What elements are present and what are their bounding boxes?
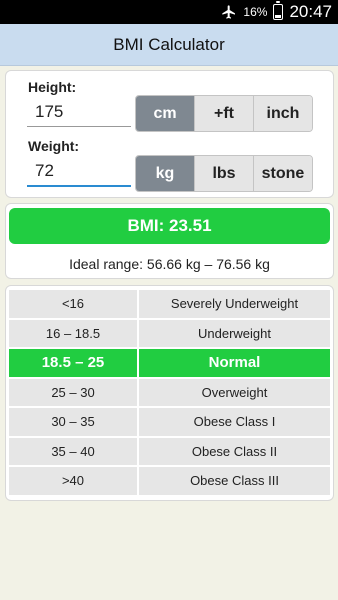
- range-cell: 18.5 – 25: [9, 349, 137, 377]
- unit-lbs-button[interactable]: lbs: [194, 156, 253, 191]
- range-cell: 25 – 30: [9, 378, 137, 406]
- battery-icon: [273, 1, 284, 20]
- status-bar: 16% 20:47: [0, 0, 338, 24]
- category-cell: Underweight: [139, 319, 330, 347]
- unit-inch-button[interactable]: inch: [253, 96, 312, 131]
- category-cell: Obese Class II: [139, 437, 330, 465]
- range-cell: 35 – 40: [9, 437, 137, 465]
- height-unit-selector: cm +ft inch: [135, 95, 313, 132]
- unit-stone-button[interactable]: stone: [253, 156, 312, 191]
- table-row: 35 – 40 Obese Class II: [9, 437, 330, 465]
- category-cell: Normal: [139, 349, 330, 377]
- bmi-result-bar: BMI: 23.51: [9, 208, 330, 244]
- app-title: BMI Calculator: [113, 34, 225, 54]
- weight-label: Weight:: [28, 138, 80, 154]
- category-cell: Overweight: [139, 378, 330, 406]
- table-row: <16 Severely Underweight: [9, 290, 330, 318]
- table-row: 30 – 35 Obese Class I: [9, 408, 330, 436]
- category-cell: Obese Class I: [139, 408, 330, 436]
- range-cell: 30 – 35: [9, 408, 137, 436]
- table-row: 25 – 30 Overweight: [9, 378, 330, 406]
- range-cell: >40: [9, 467, 137, 495]
- category-cell: Severely Underweight: [139, 290, 330, 318]
- battery-percent: 16%: [243, 5, 268, 19]
- unit-kg-button[interactable]: kg: [136, 156, 194, 191]
- category-cell: Obese Class III: [139, 467, 330, 495]
- height-input[interactable]: [27, 97, 131, 127]
- range-cell: <16: [9, 290, 137, 318]
- ideal-range-text: Ideal range: 56.66 kg – 76.56 kg: [69, 256, 270, 272]
- unit-cm-button[interactable]: cm: [136, 96, 194, 131]
- bmi-value: BMI: 23.51: [127, 216, 212, 235]
- table-row: >40 Obese Class III: [9, 467, 330, 495]
- table-row: 18.5 – 25 Normal: [9, 349, 330, 377]
- unit-ft-button[interactable]: +ft: [194, 96, 253, 131]
- input-card: Height: cm +ft inch Weight: kg lbs stone: [5, 70, 334, 198]
- bmi-category-table: <16 Severely Underweight 16 – 18.5 Under…: [5, 285, 334, 501]
- range-cell: 16 – 18.5: [9, 319, 137, 347]
- weight-unit-selector: kg lbs stone: [135, 155, 313, 192]
- height-label: Height:: [28, 79, 77, 95]
- clock: 20:47: [289, 2, 332, 21]
- airplane-mode-icon: [222, 5, 236, 19]
- weight-input[interactable]: [27, 157, 131, 187]
- table-row: 16 – 18.5 Underweight: [9, 319, 330, 347]
- app-bar: BMI Calculator: [0, 24, 338, 66]
- result-card: BMI: 23.51 Ideal range: 56.66 kg – 76.56…: [5, 203, 334, 279]
